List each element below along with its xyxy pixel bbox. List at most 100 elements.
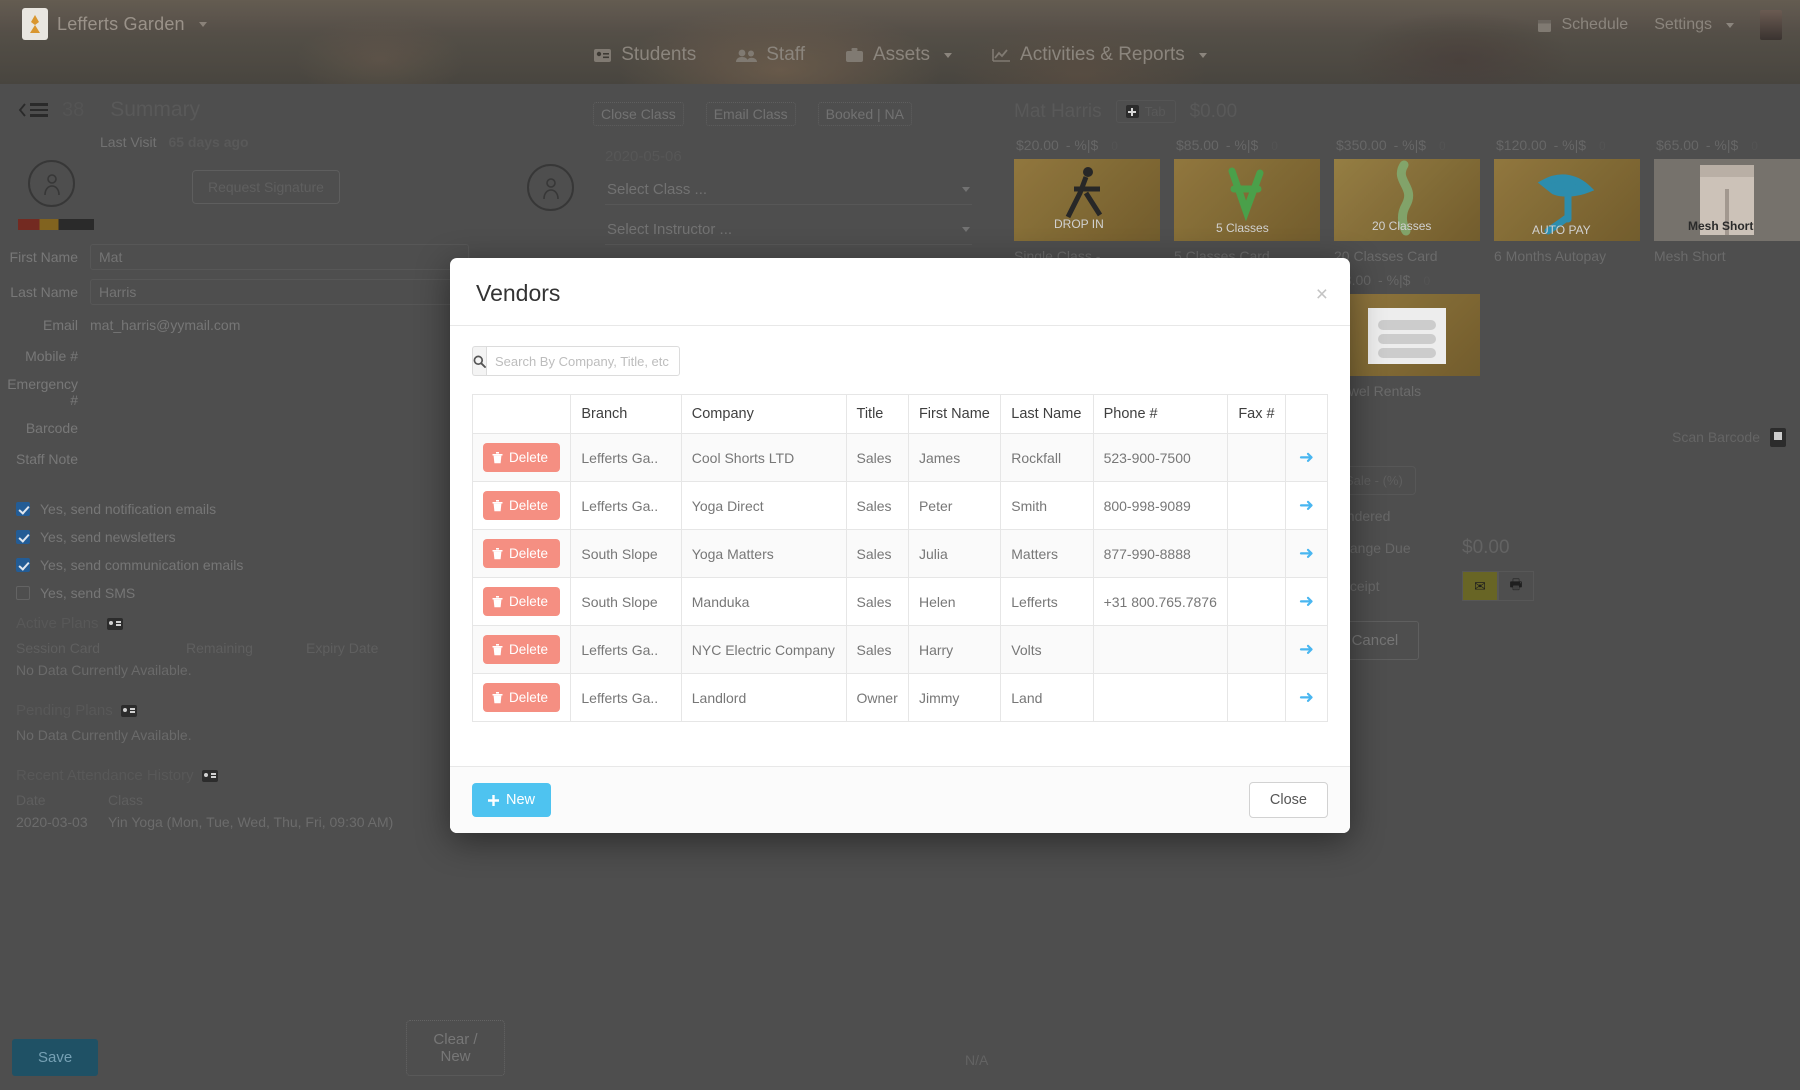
app-logo-icon <box>22 8 48 40</box>
cell-phone: 877-990-8888 <box>1092 529 1229 578</box>
close-icon[interactable]: × <box>1316 284 1328 305</box>
modal-footer: New Close <box>450 766 1350 833</box>
brand-menu[interactable]: Lefferts Garden <box>22 8 207 40</box>
col-phone[interactable]: Phone # <box>1092 394 1229 434</box>
nav-label: Schedule <box>1561 16 1629 33</box>
col-last-name[interactable]: Last Name <box>1000 394 1094 434</box>
cell-branch: Lefferts Ga.. <box>570 625 682 674</box>
delete-label: Delete <box>509 690 549 705</box>
row-actions: Delete <box>471 625 572 674</box>
cell-first: James <box>907 433 1002 482</box>
delete-label: Delete <box>509 594 549 609</box>
col-first-name[interactable]: First Name <box>907 394 1002 434</box>
cell-first: Peter <box>907 481 1002 530</box>
arrow-right-icon[interactable]: ➜ <box>1296 687 1317 708</box>
cell-fax <box>1227 529 1286 578</box>
cell-last: Smith <box>1000 481 1094 530</box>
cell-branch: Lefferts Ga.. <box>570 433 682 482</box>
arrow-right-icon[interactable]: ➜ <box>1296 447 1317 468</box>
cell-phone <box>1092 673 1229 722</box>
trash-icon <box>492 691 503 703</box>
new-label: New <box>506 792 536 808</box>
new-vendor-button[interactable]: New <box>472 783 552 817</box>
arrow-right-icon[interactable]: ➜ <box>1296 591 1317 612</box>
vendors-modal: Vendors × Branch Company Title First Nam… <box>450 258 1350 833</box>
table-row[interactable]: Delete South Slope Yoga Matters Sales Ju… <box>471 529 1329 578</box>
modal-title: Vendors <box>476 280 561 306</box>
nav-label: Staff <box>766 44 805 65</box>
table-header: Branch Company Title First Name Last Nam… <box>471 394 1329 434</box>
col-go <box>1284 394 1329 434</box>
cell-phone: 800-998-9089 <box>1092 481 1229 530</box>
cell-first: Helen <box>907 577 1002 626</box>
delete-label: Delete <box>509 498 549 513</box>
arrow-right-icon[interactable]: ➜ <box>1296 543 1317 564</box>
nav-label: Settings <box>1654 16 1712 33</box>
delete-label: Delete <box>509 546 549 561</box>
close-modal-button[interactable]: Close <box>1248 782 1328 818</box>
cell-first: Harry <box>907 625 1002 674</box>
users-icon <box>736 49 758 62</box>
cell-first: Julia <box>907 529 1002 578</box>
delete-button[interactable]: Delete <box>483 443 561 472</box>
plus-icon <box>488 794 499 806</box>
trash-icon <box>492 499 503 511</box>
cell-go[interactable]: ➜ <box>1284 433 1329 482</box>
col-branch[interactable]: Branch <box>570 394 682 434</box>
trash-icon <box>492 643 503 655</box>
nav-item-settings[interactable]: Settings <box>1654 16 1734 34</box>
cell-fax <box>1227 481 1286 530</box>
modal-header: Vendors × <box>450 258 1350 326</box>
chevron-down-icon <box>1198 52 1207 58</box>
cell-go[interactable]: ➜ <box>1284 673 1329 722</box>
table-body: Delete Lefferts Ga.. Cool Shorts LTD Sal… <box>471 433 1329 722</box>
cell-phone <box>1092 625 1229 674</box>
table-row[interactable]: Delete South Slope Manduka Sales Helen L… <box>471 577 1329 626</box>
modal-overlay[interactable]: Vendors × Branch Company Title First Nam… <box>0 0 1800 1090</box>
cell-fax <box>1227 433 1286 482</box>
delete-button[interactable]: Delete <box>483 491 561 520</box>
cell-last: Rockfall <box>1000 433 1094 482</box>
delete-button[interactable]: Delete <box>483 683 561 712</box>
vendors-table: Branch Company Title First Name Last Nam… <box>471 394 1329 722</box>
arrow-right-icon[interactable]: ➜ <box>1296 639 1317 660</box>
nav-item-students[interactable]: Students <box>593 44 696 66</box>
table-row[interactable]: Delete Lefferts Ga.. Landlord Owner Jimm… <box>471 673 1329 722</box>
nav-label: Activities & Reports <box>1020 44 1185 65</box>
delete-button[interactable]: Delete <box>483 635 561 664</box>
cell-go[interactable]: ➜ <box>1284 481 1329 530</box>
row-actions: Delete <box>471 529 572 578</box>
nav-item-schedule[interactable]: Schedule <box>1537 16 1628 34</box>
briefcase-icon <box>845 48 863 62</box>
cell-title: Sales <box>845 577 909 626</box>
cell-company: Manduka <box>680 577 847 626</box>
table-row[interactable]: Delete Lefferts Ga.. Cool Shorts LTD Sal… <box>471 433 1329 482</box>
delete-button[interactable]: Delete <box>483 587 561 616</box>
col-title[interactable]: Title <box>845 394 909 434</box>
user-avatar[interactable] <box>1760 10 1782 40</box>
nav-item-assets[interactable]: Assets <box>845 44 953 66</box>
arrow-right-icon[interactable]: ➜ <box>1296 495 1317 516</box>
cell-last: Matters <box>1000 529 1094 578</box>
nav-item-staff[interactable]: Staff <box>736 44 805 66</box>
cell-fax <box>1227 625 1286 674</box>
col-fax[interactable]: Fax # <box>1227 394 1286 434</box>
delete-label: Delete <box>509 450 549 465</box>
cell-title: Owner <box>845 673 909 722</box>
cell-go[interactable]: ➜ <box>1284 577 1329 626</box>
cell-company: NYC Electric Company <box>680 625 847 674</box>
search-input[interactable] <box>486 346 680 376</box>
nav-item-activities-reports[interactable]: Activities & Reports <box>992 44 1207 66</box>
id-card-icon <box>594 48 612 62</box>
delete-button[interactable]: Delete <box>483 539 561 568</box>
col-company[interactable]: Company <box>680 394 847 434</box>
cell-fax <box>1227 577 1286 626</box>
row-actions: Delete <box>471 481 572 530</box>
cell-branch: Lefferts Ga.. <box>570 481 682 530</box>
table-row[interactable]: Delete Lefferts Ga.. NYC Electric Compan… <box>471 625 1329 674</box>
cell-phone: 523-900-7500 <box>1092 433 1229 482</box>
cell-go[interactable]: ➜ <box>1284 529 1329 578</box>
table-row[interactable]: Delete Lefferts Ga.. Yoga Direct Sales P… <box>471 481 1329 530</box>
cell-go[interactable]: ➜ <box>1284 625 1329 674</box>
chevron-down-icon <box>1726 22 1734 28</box>
